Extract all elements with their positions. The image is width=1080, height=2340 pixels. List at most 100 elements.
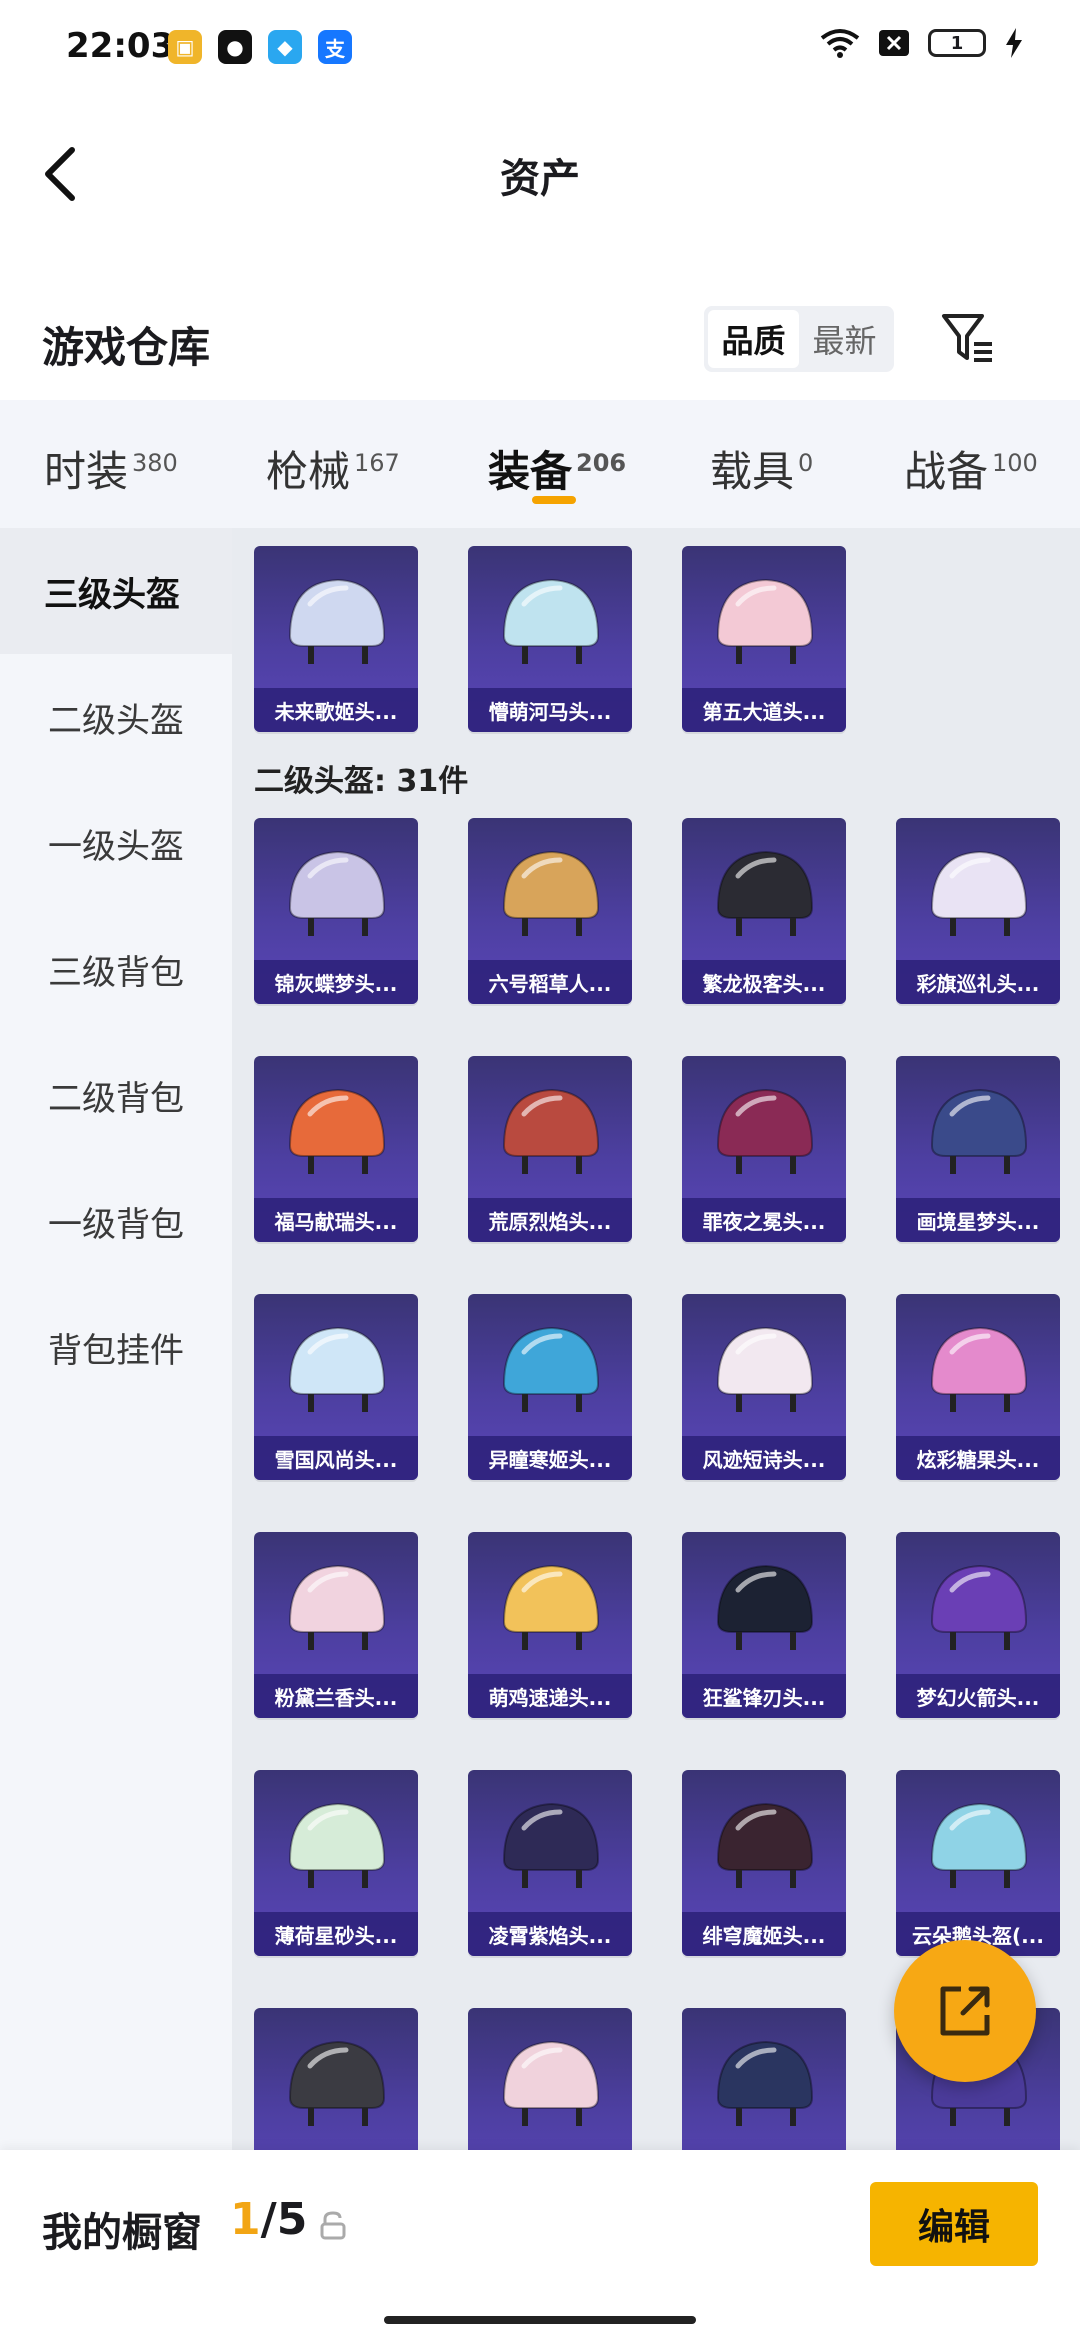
showcase-label: 我的橱窗	[42, 2210, 202, 2256]
charging-icon	[1006, 28, 1022, 58]
tab-label: 枪械	[266, 447, 351, 496]
item-card[interactable]	[254, 2008, 418, 2150]
item-name: 懵萌河马头...	[468, 688, 632, 732]
item-card[interactable]: 云朵鹅头盔(...	[896, 1770, 1060, 1956]
helmet-icon	[502, 1088, 600, 1174]
tab-label: 载具	[710, 447, 795, 496]
sort-quality-button[interactable]: 品质	[708, 310, 799, 368]
item-card[interactable]: 第五大道头...	[682, 546, 846, 732]
item-card[interactable]: 罪夜之冕头...	[682, 1056, 846, 1242]
tab-label: 时装	[44, 447, 129, 496]
helmet-icon	[716, 1326, 814, 1412]
helmet-icon	[288, 578, 386, 664]
helmet-icon	[288, 1802, 386, 1888]
tab-fashion[interactable]: 时装 380	[44, 438, 178, 499]
showcase-bar: 我的橱窗 1/5 编辑	[0, 2150, 1080, 2340]
item-name: 第五大道头...	[682, 688, 846, 732]
helmet-icon	[716, 578, 814, 664]
page-title: 资产	[500, 156, 580, 202]
helmet-icon	[716, 850, 814, 936]
sort-latest-button[interactable]: 最新	[799, 310, 890, 368]
active-tab-indicator	[532, 496, 576, 504]
helmet-icon	[930, 1564, 1028, 1650]
item-card[interactable]: 荒原烈焰头...	[468, 1056, 632, 1242]
item-card[interactable]: 薄荷星砂头...	[254, 1770, 418, 1956]
sidebar-item-level1-backpack[interactable]: 一级背包	[0, 1158, 232, 1284]
item-card[interactable]: 凌霄紫焰头...	[468, 1770, 632, 1956]
sidebar-item-level2-backpack[interactable]: 二级背包	[0, 1032, 232, 1158]
home-indicator[interactable]	[384, 2316, 696, 2324]
helmet-icon	[716, 1802, 814, 1888]
item-card[interactable]	[682, 2008, 846, 2150]
helmet-icon	[502, 1564, 600, 1650]
item-name: 萌鸡速递头...	[468, 1674, 632, 1718]
sidebar-item-level3-helmet[interactable]: 三级头盔	[0, 528, 232, 654]
item-name: 异瞳寒姬头...	[468, 1436, 632, 1480]
item-card[interactable]: 六号稻草人...	[468, 818, 632, 1004]
sidebar-item-backpack-charm[interactable]: 背包挂件	[0, 1284, 232, 1410]
item-card[interactable]: 绯穹魔姬头...	[682, 1770, 846, 1956]
sidebar-item-level3-backpack[interactable]: 三级背包	[0, 906, 232, 1032]
game-app-icon: ▣	[168, 30, 202, 64]
filter-button[interactable]	[938, 308, 998, 368]
tab-count: 206	[576, 449, 627, 477]
helmet-icon	[288, 1326, 386, 1412]
helmet-icon	[716, 2040, 814, 2126]
helmet-icon	[502, 578, 600, 664]
helmet-icon	[930, 1326, 1028, 1412]
item-name: 画境星梦头...	[896, 1198, 1060, 1242]
warehouse-title: 游戏仓库	[42, 323, 211, 372]
item-card[interactable]: 福马献瑞头...	[254, 1056, 418, 1242]
edit-button[interactable]: 编辑	[870, 2182, 1038, 2266]
helmet-icon	[288, 2040, 386, 2126]
helmet-icon	[716, 1088, 814, 1174]
item-name: 狂鲨锋刃头...	[682, 1674, 846, 1718]
tab-count: 0	[798, 449, 814, 477]
no-sim-icon	[879, 30, 909, 56]
notification-icons: ▣ ● ◆ 支	[168, 30, 352, 64]
warehouse-header: 游戏仓库 品质 最新	[0, 290, 1080, 390]
tab-equipment[interactable]: 装备 206	[488, 438, 626, 499]
item-card[interactable]: 雪国风尚头...	[254, 1294, 418, 1480]
sidebar-item-level1-helmet[interactable]: 一级头盔	[0, 780, 232, 906]
item-card[interactable]: 萌鸡速递头...	[468, 1532, 632, 1718]
alipay-icon: 支	[318, 30, 352, 64]
sort-toggle: 品质 最新	[704, 306, 894, 372]
item-name: 风迹短诗头...	[682, 1436, 846, 1480]
item-card[interactable]: 风迹短诗头...	[682, 1294, 846, 1480]
item-card[interactable]: 粉黛兰香头...	[254, 1532, 418, 1718]
app-header: 资产	[0, 100, 1080, 240]
wifi-icon	[820, 29, 860, 58]
item-card[interactable]: 繁龙极客头...	[682, 818, 846, 1004]
item-card[interactable]: 异瞳寒姬头...	[468, 1294, 632, 1480]
item-card[interactable]: 彩旗巡礼头...	[896, 818, 1060, 1004]
helmet-icon	[930, 850, 1028, 936]
item-card[interactable]: 锦灰蝶梦头...	[254, 818, 418, 1004]
item-card[interactable]: 懵萌河马头...	[468, 546, 632, 732]
helmet-icon	[288, 850, 386, 936]
clock: 22:03	[66, 26, 175, 66]
sidebar-item-level2-helmet[interactable]: 二级头盔	[0, 654, 232, 780]
status-bar: 22:03 ▣ ● ◆ 支 1	[0, 0, 1080, 100]
share-button[interactable]	[894, 1940, 1036, 2082]
item-card[interactable]: 狂鲨锋刃头...	[682, 1532, 846, 1718]
item-card[interactable]	[468, 2008, 632, 2150]
share-icon	[940, 1986, 990, 2036]
item-name: 薄荷星砂头...	[254, 1912, 418, 1956]
item-card[interactable]: 炫彩糖果头...	[896, 1294, 1060, 1480]
item-card[interactable]: 画境星梦头...	[896, 1056, 1060, 1242]
category-tabs: 时装 380 枪械 167 装备 206 载具 0 战备 100	[0, 400, 1080, 528]
item-grid: 未来歌姬头... 懵萌河马头... 第五大道头... 二级头盔: 31件 锦灰蝶梦头…	[232, 528, 1080, 2150]
tab-count: 167	[354, 449, 400, 477]
tab-vehicles[interactable]: 载具 0	[710, 438, 813, 499]
item-name: 荒原烈焰头...	[468, 1198, 632, 1242]
tab-count: 100	[992, 449, 1038, 477]
group-title: 二级头盔: 31件	[254, 764, 469, 799]
item-card[interactable]: 梦幻火箭头...	[896, 1532, 1060, 1718]
item-card[interactable]: 未来歌姬头...	[254, 546, 418, 732]
tab-firearms[interactable]: 枪械 167	[266, 438, 400, 499]
item-name: 六号稻草人...	[468, 960, 632, 1004]
helmet-icon	[502, 1326, 600, 1412]
tab-supplies[interactable]: 战备 100	[904, 438, 1038, 499]
lock-icon	[320, 2211, 346, 2240]
